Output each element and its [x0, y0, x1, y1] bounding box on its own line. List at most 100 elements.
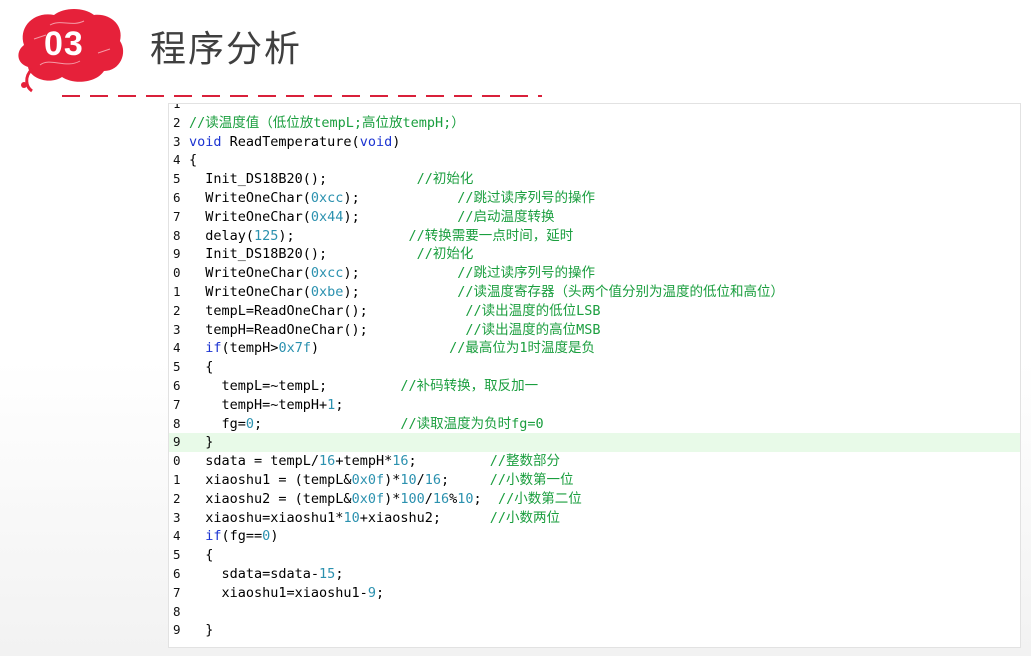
code-comment: //补码转换，取反加一 — [400, 378, 539, 394]
code-number: 10 — [343, 509, 360, 526]
code-token: Init_DS18B20(); — [189, 171, 417, 188]
code-comment: //读取温度为负时fg=0 — [400, 415, 544, 432]
code-line: 1 WriteOneChar(0xbe); //读温度寄存器（头两个值分别为温度… — [169, 283, 1020, 302]
code-text: sdata=sdata-15; — [189, 565, 344, 584]
code-token: ); — [343, 265, 458, 282]
code-comment: //小数两位 — [489, 509, 561, 526]
code-text: //读温度值（低位放tempL;高位放tempH;） — [189, 114, 465, 133]
code-token: sdata=sdata- — [189, 566, 320, 582]
line-number: 3 — [173, 321, 181, 337]
code-text: tempH=ReadOneChar(); //读出温度的高位MSB — [189, 321, 600, 340]
line-number: 4 — [173, 528, 181, 544]
code-text: { — [189, 151, 197, 170]
code-number: 0x0f — [351, 490, 385, 507]
code-line: 5 { — [169, 358, 1020, 377]
code-number: 0xbe — [310, 284, 344, 300]
code-keyword: void — [189, 133, 222, 150]
code-text: sdata = tempL/16+tempH*16; //整数部分 — [189, 452, 560, 471]
code-token: WriteOneChar( — [189, 208, 311, 225]
code-token: sdata = tempL/ — [189, 453, 320, 470]
code-line: 5 { — [169, 546, 1020, 565]
line-number: 2 — [173, 490, 181, 506]
code-text: WriteOneChar(0xcc); //跳过读序列号的操作 — [189, 189, 595, 208]
code-comment: //最高位为1时温度是负 — [449, 340, 596, 357]
line-number: 9 — [173, 434, 181, 450]
code-number: 0 — [245, 415, 255, 432]
code-keyword: if — [205, 528, 222, 545]
code-line: 3 void ReadTemperature(void) — [169, 133, 1020, 152]
code-keyword: if — [205, 340, 222, 357]
code-number: 16 — [392, 453, 409, 470]
line-number: 3 — [173, 509, 181, 525]
badge-number: 03 — [44, 25, 84, 63]
code-comment: //跳过读序列号的操作 — [457, 265, 595, 282]
code-token: ) — [310, 340, 450, 357]
code-line: 5 Init_DS18B20(); //初始化 — [169, 170, 1020, 189]
code-token: tempL=ReadOneChar(); — [189, 302, 466, 319]
code-text: tempL=~tempL; //补码转换，取反加一 — [189, 377, 539, 396]
code-token: tempL=~tempL; — [189, 378, 401, 394]
line-number: 8 — [173, 227, 181, 243]
code-line: 6 tempL=~tempL; //补码转换，取反加一 — [169, 377, 1020, 396]
code-line: 4 if(fg==0) — [169, 527, 1020, 546]
code-text: } — [189, 621, 213, 640]
code-text: xiaoshu1=xiaoshu1-9; — [189, 584, 385, 603]
code-number: 15 — [319, 566, 336, 582]
section-badge: 03 — [10, 5, 130, 95]
code-token: ; — [254, 415, 401, 432]
code-line: 0 sdata = tempL/16+tempH*16; //整数部分 — [169, 452, 1020, 471]
code-keyword: void — [359, 133, 393, 150]
code-line: 7 tempH=~tempH+1; — [169, 396, 1020, 415]
line-number: 4 — [173, 340, 181, 356]
line-number: 4 — [173, 152, 181, 168]
code-text: delay(125); //转换需要一点时间，延时 — [189, 227, 573, 246]
code-line: 6 sdata=sdata-15; — [169, 565, 1020, 584]
line-number: 7 — [173, 396, 181, 412]
code-number: 16 — [432, 490, 450, 507]
code-token: { — [189, 547, 214, 564]
code-comment: //转换需要一点时间，延时 — [408, 227, 574, 244]
code-text: { — [189, 546, 213, 565]
code-text: WriteOneChar(0xcc); //跳过读序列号的操作 — [189, 264, 595, 283]
line-number: 1 — [173, 103, 181, 111]
code-token: )* — [384, 472, 401, 488]
code-text: { — [189, 358, 213, 377]
line-number: 8 — [173, 415, 181, 431]
code-line: 2 xiaoshu2 = (tempL&0x0f)*100/16%10; //小… — [169, 490, 1020, 509]
code-token: xiaoshu=xiaoshu1* — [189, 509, 344, 526]
code-token: WriteOneChar( — [189, 265, 311, 282]
code-text: tempH=~tempH+1; — [189, 396, 344, 415]
code-token: ; — [441, 472, 490, 488]
code-token: xiaoshu1 = (tempL& — [189, 472, 352, 488]
line-number: 7 — [173, 208, 181, 224]
code-line: 3 xiaoshu=xiaoshu1*10+xiaoshu2; //小数两位 — [169, 509, 1020, 528]
code-token: WriteOneChar( — [189, 190, 311, 206]
code-token: ; — [335, 396, 344, 413]
title-underline-dashes — [62, 95, 542, 97]
line-number: 2 — [173, 114, 181, 130]
code-token: ; — [473, 490, 498, 507]
code-number: 0x7f — [278, 340, 311, 357]
code-line: 0 WriteOneChar(0xcc); //跳过读序列号的操作 — [169, 264, 1020, 283]
code-token: { — [189, 152, 198, 169]
code-line: 4 if(tempH>0x7f) //最高位为1时温度是负 — [169, 339, 1020, 358]
line-number: 9 — [173, 622, 181, 638]
line-number: 5 — [173, 359, 181, 375]
line-number: 5 — [173, 547, 181, 563]
code-text: if(tempH>0x7f) //最高位为1时温度是负 — [189, 339, 595, 358]
code-line: 4{ — [169, 151, 1020, 170]
code-token: Init_DS18B20(); — [189, 246, 417, 263]
code-comment: //读出温度的低位LSB — [465, 302, 601, 319]
line-number: 6 — [173, 190, 181, 205]
code-token: ) — [270, 528, 279, 545]
code-text: Init_DS18B20(); //初始化 — [189, 245, 473, 264]
line-number: 6 — [173, 378, 181, 393]
code-listing: 1 2 //读温度值（低位放tempL;高位放tempH;） 3 void ReadTe… — [168, 103, 1021, 648]
code-text: Init_DS18B20(); //初始化 — [189, 170, 473, 189]
code-line: 3 tempH=ReadOneChar(); //读出温度的高位MSB — [169, 321, 1020, 340]
code-token: } — [189, 434, 214, 451]
code-token: +xiaoshu2; — [359, 509, 490, 526]
line-number: 8 — [173, 603, 181, 619]
line-number: 6 — [173, 566, 181, 581]
